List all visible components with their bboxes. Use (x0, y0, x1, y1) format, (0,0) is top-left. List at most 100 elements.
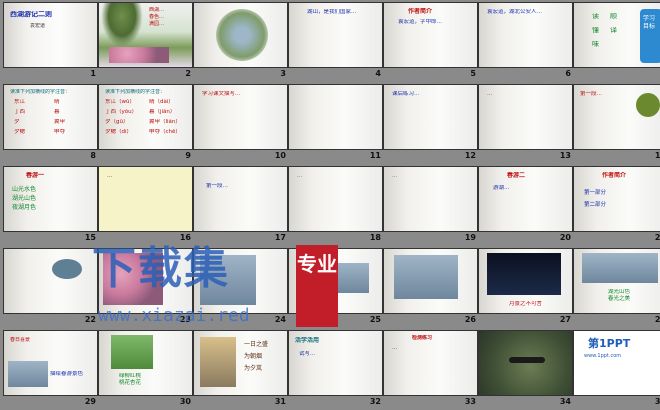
pinyin-row: 暮（jiān） (149, 109, 176, 115)
slide-15[interactable]: 春游一 山光水色 湖光山色 夜湖月色 15 (3, 166, 98, 244)
slide-thumbnail[interactable]: 春游一 山光水色 湖光山色 夜湖月色 (3, 166, 98, 232)
watermark-url: www.xiazai.red (98, 305, 250, 326)
slide-thumbnail[interactable]: 袁宏道，湖北公安人… (478, 2, 573, 68)
slide-text: 描绘春游景色 (50, 371, 84, 377)
slide-29[interactable]: 春日喜景 描绘春游景色 29 (3, 330, 98, 408)
slide-thumbnail[interactable]: 春日喜景 描绘春游景色 (3, 330, 98, 396)
slide-thumbnail[interactable]: 读 顺 懂 译 味 学习目标 (573, 2, 660, 68)
slide-12[interactable]: 课后练习… 12 (383, 84, 478, 162)
slide-text: 第一段… (206, 183, 229, 189)
slide-6[interactable]: 袁宏道，湖北公安人… 6 (478, 2, 573, 80)
slide-number: 2 (185, 69, 191, 78)
objective-item: 懂 (592, 27, 599, 34)
slide-14[interactable]: 第一段… 14 (573, 84, 660, 162)
slide-text: 湖山，是我们国家… (307, 9, 357, 15)
slide-number: 32 (369, 397, 381, 406)
slide-thumbnail[interactable]: 春游二 游湖… (478, 166, 573, 232)
slide-18[interactable]: … 18 (288, 166, 383, 244)
slide-thumbnail[interactable]: 学习课文描写… (193, 84, 288, 150)
slide-thumbnail[interactable]: 第一段… (573, 84, 660, 150)
slide-number: 13 (559, 151, 571, 160)
slide-thumbnail[interactable] (383, 248, 478, 314)
slide-thumbnail[interactable]: 第一段… (193, 166, 288, 232)
slide-3[interactable]: 3 (193, 2, 288, 80)
slide-thumbnail[interactable] (3, 248, 98, 314)
slide-thumbnail[interactable]: 月景之不可言 (478, 248, 573, 314)
slide-31[interactable]: 一日之盛 为朝烟 为夕岚 31 (193, 330, 288, 408)
slide-19[interactable]: … 19 (383, 166, 478, 244)
slide-number: 5 (470, 69, 476, 78)
slide-34[interactable]: 34 (478, 330, 573, 408)
slide-title: 读准下列加横线的字注音： (10, 89, 71, 95)
slide-26[interactable]: 26 (383, 248, 478, 326)
slide-20[interactable]: 春游二 游湖… 20 (478, 166, 573, 244)
slide-thumbnail[interactable]: 读准下列加横线的字注音： 东江（wǔ） 晴（dài） 丁西（yǒu） 暮（jiā… (98, 84, 193, 150)
slide-thumbnail[interactable]: … (288, 166, 383, 232)
slide-1[interactable]: 西湖游记二则 袁宏道 1 (3, 2, 98, 80)
slide-number: 35 (654, 397, 660, 406)
objective-item: 读 (592, 13, 599, 20)
slide-11[interactable]: 11 (288, 84, 383, 162)
slide-thumbnail[interactable]: 绿柳红桃 桃花杏花 (98, 330, 193, 396)
slide-thumbnail[interactable] (478, 330, 573, 396)
pinyin-row: 夕鳃（dí） (105, 129, 133, 135)
slide-thumbnail[interactable]: 湖山，是我们国家… (288, 2, 383, 68)
slide-8[interactable]: 读准下列加横线的字注音： 东江 晴 丁西 暮 夕 翼甲 夕鳃 申夺 8 (3, 84, 98, 162)
slide-thumbnail[interactable]: 一日之盛 为朝烟 为夕岚 (193, 330, 288, 396)
slide-thumbnail[interactable] (193, 2, 288, 68)
slide-image (636, 93, 660, 117)
slide-thumbnail[interactable]: … (383, 166, 478, 232)
slide-thumbnail[interactable]: 西湖游记二则 袁宏道 (3, 2, 98, 68)
slide-number: 31 (274, 397, 286, 406)
slide-sorter: 西湖游记二则 袁宏道 1 西湖… 春色… 满园… 2 3 湖山，是我们国家… 4… (0, 0, 660, 410)
pinyin-row: 丁西（yǒu） (105, 109, 138, 115)
slide-number: 1 (90, 69, 96, 78)
slide-5[interactable]: 作者简介 袁宏道，字中郎… 5 (383, 2, 478, 80)
slide-thumbnail[interactable]: 活学活用 试写… (288, 330, 383, 396)
slide-text: 游湖… (493, 185, 510, 191)
pinyin-row: 东江 (14, 99, 26, 105)
slide-32[interactable]: 活学活用 试写… 32 (288, 330, 383, 408)
slide-number: 6 (565, 69, 571, 78)
pinyin-row: 晴（dài） (149, 99, 174, 105)
slide-28[interactable]: 湖光山色 春光之美 28 (573, 248, 660, 326)
slide-thumbnail[interactable]: … (478, 84, 573, 150)
slide-thumbnail[interactable] (288, 84, 383, 150)
slide-text: … (297, 173, 303, 179)
slide-number: 20 (559, 233, 571, 242)
lake-photo-oval (216, 9, 268, 61)
slide-text: 试写… (299, 351, 316, 357)
slide-22[interactable]: 22 (3, 248, 98, 326)
slide-thumbnail[interactable]: 西湖… 春色… 满园… (98, 2, 193, 68)
slide-10[interactable]: 学习课文描写… 10 (193, 84, 288, 162)
slide-number: 17 (274, 233, 286, 242)
pinyin-row: 夕 (14, 119, 20, 125)
slide-9[interactable]: 读准下列加横线的字注音： 东江（wǔ） 晴（dài） 丁西（yǒu） 暮（jiā… (98, 84, 193, 162)
slide-thumbnail[interactable]: … (98, 166, 193, 232)
slide-4[interactable]: 湖山，是我们国家… 4 (288, 2, 383, 80)
objective-item: 顺 (610, 13, 617, 20)
slide-thumbnail[interactable]: 作者简介 袁宏道，字中郎… (383, 2, 478, 68)
slide-title: 西湖游记二则 (10, 11, 52, 18)
slide-21[interactable]: 作者简介 第一部分 第二部分 21 (573, 166, 660, 244)
slide-13[interactable]: … 13 (478, 84, 573, 162)
slide-thumbnail[interactable]: 第1PPT www.1ppt.com (573, 330, 660, 396)
slide-30[interactable]: 绿柳红桃 桃花杏花 30 (98, 330, 193, 408)
slide-number: 3 (280, 69, 286, 78)
slide-text: … (392, 345, 398, 351)
slide-7[interactable]: 读 顺 懂 译 味 学习目标 7 (573, 2, 660, 80)
lake-photo (394, 255, 458, 299)
slide-33[interactable]: 检测练习 … 33 (383, 330, 478, 408)
slide-title: 春日喜景 (10, 337, 31, 343)
slide-2[interactable]: 西湖… 春色… 满园… 2 (98, 2, 193, 80)
slide-text: 山光水色 湖光山色 夜湖月色 (12, 186, 37, 211)
slide-thumbnail[interactable]: 湖光山色 春光之美 (573, 248, 660, 314)
slide-thumbnail[interactable]: 课后练习… (383, 84, 478, 150)
slide-text: … (487, 91, 493, 97)
slide-text: 绿柳红桃 桃花杏花 (119, 373, 142, 386)
slide-35[interactable]: 第1PPT www.1ppt.com 35 (573, 330, 660, 408)
slide-thumbnail[interactable]: 检测练习 … (383, 330, 478, 396)
slide-thumbnail[interactable]: 作者简介 第一部分 第二部分 (573, 166, 660, 232)
slide-27[interactable]: 月景之不可言 27 (478, 248, 573, 326)
slide-thumbnail[interactable]: 读准下列加横线的字注音： 东江 晴 丁西 暮 夕 翼甲 夕鳃 申夺 (3, 84, 98, 150)
